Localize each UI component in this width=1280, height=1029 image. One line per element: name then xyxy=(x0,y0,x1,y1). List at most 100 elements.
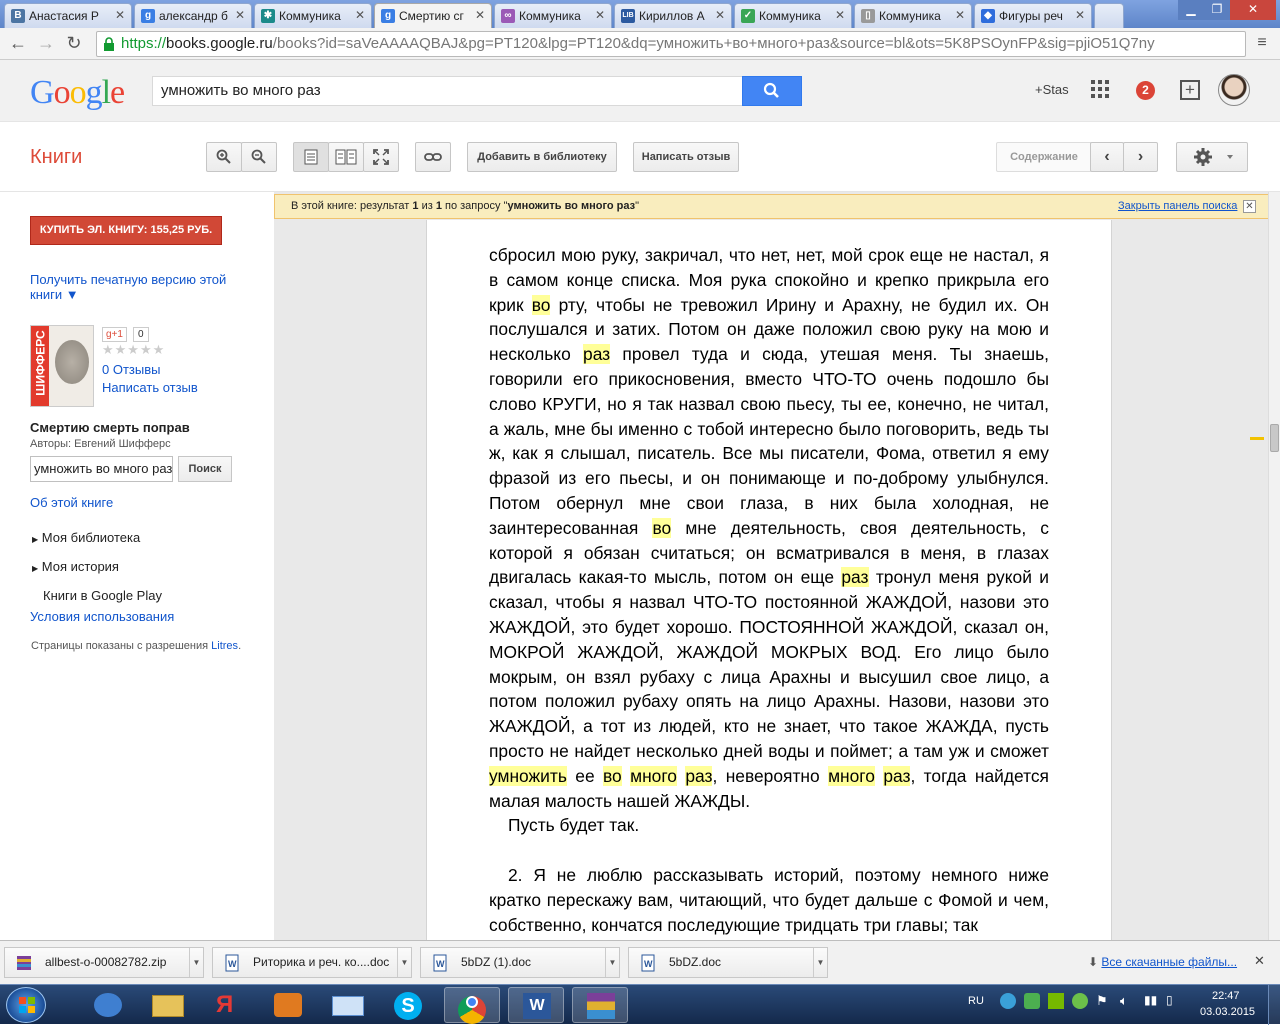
zoom-in-button[interactable] xyxy=(206,142,242,172)
share-plus-icon[interactable]: + xyxy=(1180,80,1200,100)
download-item-3[interactable]: W 5bDZ (1).doc ▼ xyxy=(420,947,620,978)
google-search-input[interactable]: умножить во много раз xyxy=(152,76,743,106)
power-icon[interactable]: ▯ xyxy=(1166,993,1173,1007)
tab-close-icon[interactable]: ✕ xyxy=(1075,8,1085,22)
browser-tab-7[interactable]: ✓ Коммуника ✕ xyxy=(734,3,852,28)
books-title[interactable]: Книги xyxy=(30,146,82,169)
browser-tab-4-active[interactable]: g Смертию сг ✕ xyxy=(374,3,492,28)
apps-grid-icon[interactable] xyxy=(1091,80,1109,101)
notifications-badge[interactable]: 2 xyxy=(1136,81,1155,100)
close-window-button[interactable]: ✕ xyxy=(1230,0,1276,20)
buy-ebook-button[interactable]: КУПИТЬ ЭЛ. КНИГУ: 155,25 РУБ. xyxy=(30,216,222,245)
restore-button[interactable]: ❐ xyxy=(1204,0,1230,20)
in-book-search-input[interactable]: умножить во много раз xyxy=(30,456,173,482)
browser-tab-8[interactable]: ▯ Коммуника ✕ xyxy=(854,3,972,28)
my-history-item[interactable]: ▶ Моя история xyxy=(32,559,119,574)
about-book-link[interactable]: Об этой книге xyxy=(30,495,113,510)
all-downloads-link[interactable]: ⬇ Все скачанные файлы... xyxy=(1088,955,1237,969)
tab-close-icon[interactable]: ✕ xyxy=(235,8,245,22)
browser-tab-3[interactable]: ✱ Коммуника ✕ xyxy=(254,3,372,28)
settings-button[interactable] xyxy=(1176,142,1248,172)
rating-stars-icon[interactable]: ★★★★★ xyxy=(102,342,165,358)
zoom-out-button[interactable] xyxy=(241,142,277,172)
reload-icon[interactable]: ↻ xyxy=(62,32,86,56)
tray-green-icon[interactable] xyxy=(1024,993,1040,1009)
winrar-taskbar-icon[interactable] xyxy=(572,987,628,1023)
minimize-button[interactable]: ▁ xyxy=(1178,0,1204,20)
clock-date[interactable]: 03.03.2015 xyxy=(1200,1006,1255,1018)
tab-close-icon[interactable]: ✕ xyxy=(715,8,725,22)
tab-close-icon[interactable]: ✕ xyxy=(955,8,965,22)
mail-icon[interactable] xyxy=(320,987,376,1023)
user-plus-link[interactable]: +Stas xyxy=(1035,82,1069,97)
google-logo[interactable]: Google xyxy=(30,74,125,112)
network-icon[interactable]: ▮▮ xyxy=(1144,993,1157,1007)
download-item-2[interactable]: W Риторика и реч. ко....doc ▼ xyxy=(212,947,412,978)
nvidia-icon[interactable] xyxy=(1048,993,1064,1009)
chevron-down-icon[interactable]: ▼ xyxy=(397,948,411,977)
browser-tab-6[interactable]: LIB Кириллов А ✕ xyxy=(614,3,732,28)
gplus-button[interactable]: g+1 xyxy=(102,327,127,342)
close-icon[interactable]: ✕ xyxy=(1243,200,1256,213)
close-downloads-icon[interactable]: ✕ xyxy=(1254,953,1265,969)
write-review-link[interactable]: Написать отзыв xyxy=(102,380,198,395)
tab-close-icon[interactable]: ✕ xyxy=(595,8,605,22)
tab-close-icon[interactable]: ✕ xyxy=(115,8,125,22)
browser-tab-1[interactable]: В Анастасия Р ✕ xyxy=(4,3,132,28)
litres-link[interactable]: Litres xyxy=(211,640,238,652)
contents-button[interactable]: Содержание xyxy=(996,142,1092,172)
link-button[interactable] xyxy=(415,142,451,172)
word-icon[interactable]: W xyxy=(508,987,564,1023)
tab-close-icon[interactable]: ✕ xyxy=(355,8,365,22)
yandex-browser-icon[interactable]: Я xyxy=(200,987,256,1023)
google-search-button[interactable] xyxy=(742,76,802,106)
add-to-library-button[interactable]: Добавить в библиотеку xyxy=(467,142,617,172)
skype-icon[interactable]: S xyxy=(380,987,436,1023)
write-review-button[interactable]: Написать отзыв xyxy=(633,142,739,172)
download-item-1[interactable]: allbest-o-00082782.zip ▼ xyxy=(4,947,204,978)
show-desktop-button[interactable] xyxy=(1268,985,1280,1025)
in-book-search-button[interactable]: Поиск xyxy=(178,456,232,482)
chevron-down-icon[interactable]: ▼ xyxy=(189,948,203,977)
volume-icon[interactable]: 🔈︎ xyxy=(1120,993,1128,1009)
fullscreen-button[interactable] xyxy=(363,142,399,172)
back-arrow-icon[interactable]: ← xyxy=(6,32,30,56)
browser-tab-strip: В Анастасия Р ✕ g александр б ✕ ✱ Коммун… xyxy=(0,0,1280,28)
new-tab-button[interactable] xyxy=(1094,3,1124,28)
tab-close-icon[interactable]: ✕ xyxy=(475,8,485,22)
terms-link[interactable]: Условия использования xyxy=(30,609,174,624)
language-indicator[interactable]: RU xyxy=(968,995,984,1007)
my-library-item[interactable]: ▶ Моя библиотека xyxy=(32,530,140,545)
scrollbar-thumb[interactable] xyxy=(1270,424,1279,452)
tab-close-icon[interactable]: ✕ xyxy=(835,8,845,22)
tray-update-icon[interactable] xyxy=(1072,993,1088,1009)
google-play-books-link[interactable]: Книги в Google Play xyxy=(43,588,162,603)
book-cover[interactable]: ШИФФЕРС xyxy=(30,325,94,407)
chevron-down-icon[interactable]: ▼ xyxy=(813,948,827,977)
chevron-down-icon[interactable]: ▼ xyxy=(605,948,619,977)
download-item-4[interactable]: W 5bDZ.doc ▼ xyxy=(628,947,828,978)
forward-arrow-icon[interactable]: → xyxy=(34,32,58,56)
close-search-panel-link[interactable]: Закрыть панель поиска xyxy=(1118,195,1237,218)
explorer-folder-icon[interactable] xyxy=(140,987,196,1023)
two-page-view-button[interactable] xyxy=(328,142,364,172)
action-center-flag-icon[interactable]: ⚑ xyxy=(1096,993,1108,1009)
avatar[interactable] xyxy=(1218,74,1250,106)
address-bar[interactable]: https://books.google.ru/books?id=saVeAAA… xyxy=(96,31,1246,57)
video-player-icon[interactable] xyxy=(260,987,316,1023)
browser-tab-9[interactable]: ◆ Фигуры реч ✕ xyxy=(974,3,1092,28)
tray-app-icon[interactable] xyxy=(1000,993,1016,1009)
next-page-button[interactable]: › xyxy=(1123,142,1158,172)
start-button[interactable] xyxy=(6,987,46,1023)
browser-tab-5[interactable]: ∞ Коммуника ✕ xyxy=(494,3,612,28)
media-player-icon[interactable] xyxy=(80,987,136,1023)
chrome-icon[interactable] xyxy=(444,987,500,1024)
reviews-link[interactable]: 0 Отзывы xyxy=(102,362,160,377)
prev-page-button[interactable]: ‹ xyxy=(1090,142,1124,172)
browser-tab-2[interactable]: g александр б ✕ xyxy=(134,3,252,28)
clock-time[interactable]: 22:47 xyxy=(1212,990,1240,1002)
menu-icon[interactable]: ≡ xyxy=(1250,32,1274,56)
print-version-link[interactable]: Получить печатную версию этой книги ▼ xyxy=(30,272,240,302)
page-scrollbar[interactable] xyxy=(1268,192,1280,940)
single-page-view-button[interactable] xyxy=(293,142,329,172)
